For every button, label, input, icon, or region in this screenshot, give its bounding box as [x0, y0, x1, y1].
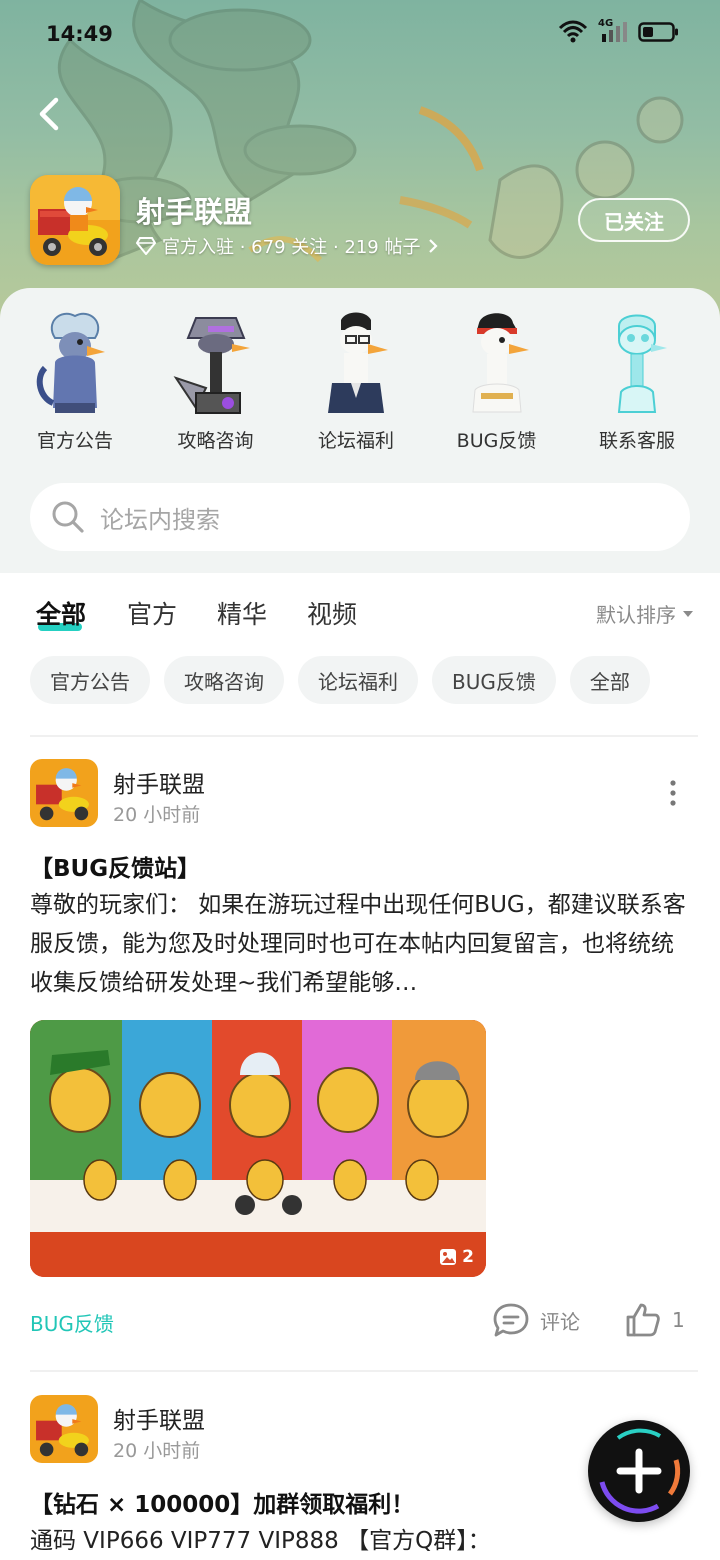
avatar[interactable]	[30, 1395, 98, 1463]
category-label: BUG反馈	[456, 430, 537, 452]
comment-button[interactable]: 评论	[492, 1302, 580, 1338]
chip-all[interactable]: 全部	[569, 656, 650, 704]
like-button[interactable]: 1	[624, 1302, 685, 1338]
category-label: 官方公告	[36, 430, 113, 452]
category-bug-feedback[interactable]: BUG反馈	[432, 308, 562, 453]
battery-icon	[638, 22, 678, 42]
search-input[interactable]: 论坛内搜索	[30, 483, 690, 551]
category-guide-consult[interactable]: 攻略咨询	[151, 308, 281, 453]
post-image[interactable]: 2	[30, 1020, 486, 1277]
guide-consult-icon	[173, 317, 250, 414]
post-time: 20 小时前	[113, 804, 201, 826]
plus-icon	[599, 1428, 681, 1514]
game-meta-text: 官方入驻 · 679 关注 · 219 帖子	[162, 237, 421, 258]
chip-bug-feedback[interactable]: BUG反馈	[432, 656, 556, 704]
divider	[30, 1370, 698, 1372]
image-count: 2	[462, 1247, 474, 1267]
post-title[interactable]: 【钻石 × 100000】加群领取福利！	[30, 1485, 414, 1519]
thumbs-up-icon	[626, 1303, 660, 1337]
comment-icon	[493, 1303, 529, 1337]
official-announcement-icon	[36, 312, 105, 413]
search-placeholder: 论坛内搜索	[100, 505, 220, 534]
category-label: 论坛福利	[317, 430, 394, 452]
sort-label: 默认排序	[596, 603, 676, 627]
status-icons: 4G	[558, 18, 680, 44]
game-meta[interactable]: 官方入驻 · 679 关注 · 219 帖子	[136, 233, 439, 259]
category-label: 攻略咨询	[177, 430, 254, 452]
filter-chips: 官方公告 攻略咨询 论坛福利 BUG反馈 全部	[30, 656, 650, 704]
post-title[interactable]: 【BUG反馈站】	[30, 849, 200, 883]
status-time: 14:49	[46, 22, 113, 46]
wifi-icon	[558, 20, 588, 43]
create-post-button[interactable]	[588, 1420, 690, 1522]
forum-welfare-icon	[328, 312, 388, 413]
tab-all[interactable]: 全部	[36, 595, 86, 631]
tab-featured[interactable]: 精华	[217, 595, 267, 631]
chip-guide-consult[interactable]: 攻略咨询	[164, 656, 284, 704]
chip-official-announcement[interactable]: 官方公告	[30, 656, 150, 704]
bug-feedback-icon	[471, 313, 529, 413]
post-author[interactable]: 射手联盟	[113, 765, 205, 799]
header-banner: 14:49 4G 射手联盟 官方入驻 · 679 关注 · 219 帖子 已关注	[0, 0, 720, 330]
status-bar: 14:49 4G	[0, 0, 720, 70]
cellular-signal-icon: 4G	[598, 18, 628, 44]
game-logo	[30, 175, 120, 265]
image-icon	[440, 1249, 457, 1265]
like-count: 1	[672, 1308, 685, 1332]
sort-dropdown[interactable]: 默认排序	[596, 599, 694, 628]
game-name: 射手联盟	[136, 195, 253, 229]
follow-button[interactable]: 已关注	[578, 198, 690, 242]
post-tag[interactable]: BUG反馈	[30, 1308, 114, 1337]
caret-down-icon	[683, 610, 693, 617]
search-icon	[52, 501, 84, 533]
back-arrow-icon	[39, 97, 59, 131]
comment-label: 评论	[540, 1309, 580, 1334]
category-forum-welfare[interactable]: 论坛福利	[291, 308, 421, 453]
post-author[interactable]: 射手联盟	[113, 1401, 205, 1435]
category-label: 联系客服	[598, 430, 675, 452]
divider	[30, 735, 698, 737]
post-time: 20 小时前	[113, 1440, 201, 1462]
back-button[interactable]	[30, 90, 70, 138]
more-options-icon[interactable]	[662, 778, 684, 808]
image-count-badge: 2	[439, 1247, 474, 1267]
tab-video[interactable]: 视频	[307, 595, 357, 631]
content-tabs: 全部 官方 精华 视频 默认排序	[0, 585, 720, 645]
post-body-text: 通码 VIP666 VIP777 VIP888 【官方Q群】：	[30, 1528, 491, 1554]
chip-forum-welfare[interactable]: 论坛福利	[298, 656, 418, 704]
category-panel: 官方公告 攻略咨询 论坛福利 BUG反馈 联系客服 论坛内搜索	[0, 288, 720, 573]
category-list: 官方公告 攻略咨询 论坛福利 BUG反馈 联系客服	[0, 308, 720, 453]
category-official-announcement[interactable]: 官方公告	[10, 308, 140, 453]
post-body[interactable]: 尊敬的玩家们： 如果在游玩过程中出现任何BUG，都建议联系客服反馈，能为您及时处…	[30, 886, 690, 1003]
category-customer-service[interactable]: 联系客服	[572, 308, 702, 453]
post-body-text: 尊敬的玩家们： 如果在游玩过程中出现任何BUG，都建议联系客服反馈，能为您及时处…	[30, 892, 686, 996]
customer-service-icon	[617, 314, 667, 413]
avatar[interactable]	[30, 759, 98, 827]
diamond-verified-icon	[136, 237, 156, 255]
post-body[interactable]: 通码 VIP666 VIP777 VIP888 【官方Q群】：	[30, 1522, 690, 1560]
chevron-right-icon	[428, 239, 438, 253]
tab-official[interactable]: 官方	[127, 595, 177, 631]
